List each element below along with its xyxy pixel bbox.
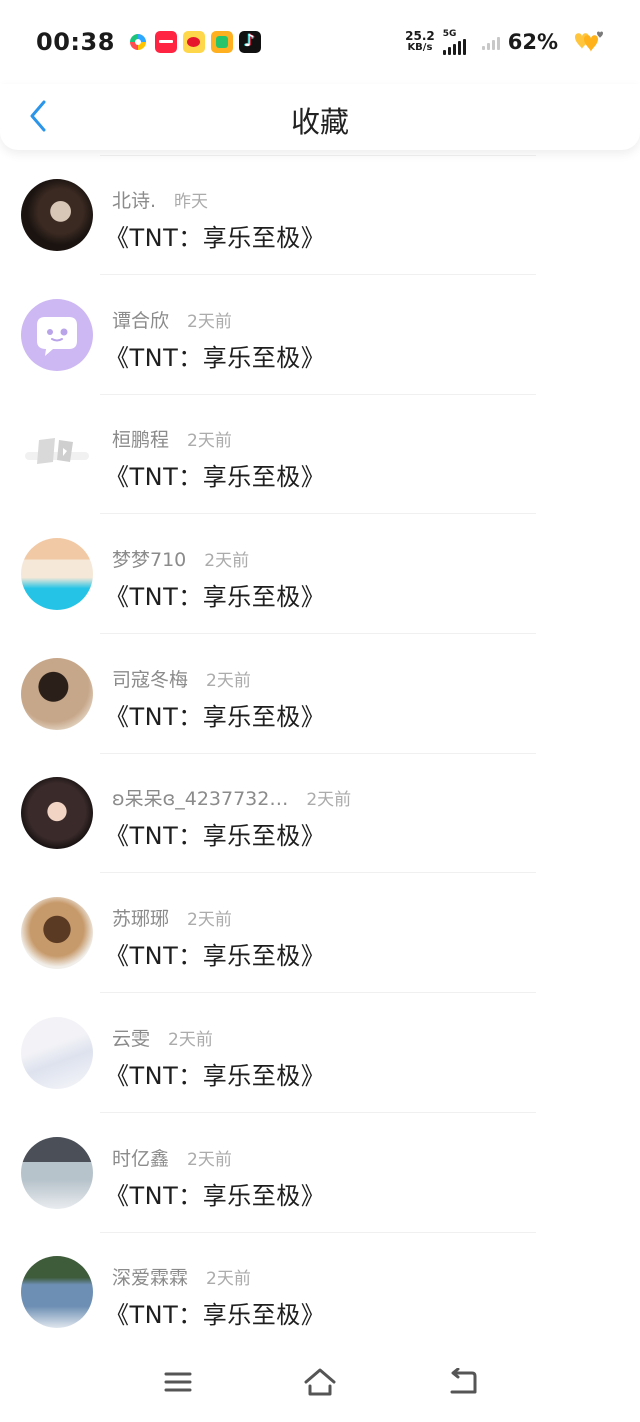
timestamp: 2天前: [168, 1029, 213, 1050]
item-meta: 云雯 2天前: [112, 1024, 213, 1051]
network-speed-unit: KB/s: [407, 42, 433, 53]
avatar-image: [25, 438, 89, 465]
timestamp: 2天前: [206, 1269, 251, 1290]
item-meta: 谭合欣 2天前: [112, 306, 232, 333]
username[interactable]: 桓鹏程: [112, 425, 169, 452]
item-meta: 苏琊琊 2天前: [112, 904, 232, 931]
heart-battery-icon: [566, 28, 606, 56]
list-item[interactable]: 云雯 2天前 《TNT：享乐至极》: [0, 994, 640, 1114]
list-item[interactable]: 深爱霖霖 2天前 《TNT：享乐至极》: [0, 1233, 640, 1353]
username[interactable]: 谭合欣: [112, 306, 169, 333]
item-meta: 时亿鑫 2天前: [112, 1144, 232, 1171]
notification-app-icons: [126, 31, 261, 53]
home-button[interactable]: [300, 1366, 340, 1398]
list-item[interactable]: 苏琊琊 2天前 《TNT：享乐至极》: [0, 874, 640, 994]
timestamp: 2天前: [204, 551, 250, 572]
signal-5g: 5G: [442, 29, 466, 55]
status-right: 25.2 KB/s 5G 62%: [405, 28, 606, 56]
back-nav-button[interactable]: [442, 1366, 482, 1398]
weibo-app-icon: [182, 31, 205, 53]
favorite-title[interactable]: 《TNT：享乐至极》: [105, 697, 325, 732]
timestamp: 2天前: [187, 910, 232, 931]
favorite-title[interactable]: 《TNT：享乐至极》: [105, 1176, 325, 1211]
network-speed: 25.2 KB/s: [405, 29, 435, 53]
item-meta: 深爱霖霖 2天前: [112, 1263, 251, 1290]
status-bar: 00:38 25.2 KB/s 5G 62%: [0, 0, 640, 84]
username[interactable]: ʚ呆呆ɞ_4237732…: [112, 784, 288, 811]
video-app-icon: [210, 31, 233, 53]
list-item[interactable]: 司寇冬梅 2天前 《TNT：享乐至极》: [0, 635, 640, 755]
avatar[interactable]: [21, 1256, 93, 1329]
item-meta: 北诗. 昨天: [112, 186, 208, 213]
favorite-title[interactable]: 《TNT：享乐至极》: [105, 218, 325, 253]
home-icon: [304, 1368, 336, 1396]
username[interactable]: 苏琊琊: [112, 904, 169, 931]
tiktok-app-icon: [238, 31, 261, 53]
list-item[interactable]: 时亿鑫 2天前 《TNT：享乐至极》: [0, 1114, 640, 1234]
page-title: 收藏: [290, 105, 349, 139]
list-item[interactable]: 桓鹏程 2天前 《TNT：享乐至极》: [0, 395, 640, 515]
signal-bars-secondary-icon: [481, 34, 500, 50]
avatar[interactable]: [21, 1136, 93, 1209]
favorite-title[interactable]: 《TNT：享乐至极》: [105, 936, 325, 971]
favorite-title[interactable]: 《TNT：享乐至极》: [105, 1056, 325, 1091]
avatar[interactable]: [21, 657, 93, 730]
favorite-title[interactable]: 《TNT：享乐至极》: [105, 338, 325, 373]
avatar[interactable]: [21, 1016, 93, 1089]
timestamp: 2天前: [187, 431, 232, 452]
username[interactable]: 梦梦710: [112, 545, 186, 572]
avatar[interactable]: [21, 897, 93, 970]
list-item[interactable]: ʚ呆呆ɞ_4237732… 2天前 《TNT：享乐至极》: [0, 754, 640, 874]
avatar[interactable]: [21, 179, 93, 251]
avatar[interactable]: [21, 298, 93, 371]
username[interactable]: 云雯: [112, 1024, 150, 1051]
timestamp: 2天前: [187, 311, 232, 332]
timestamp: 2天前: [206, 670, 251, 691]
username[interactable]: 司寇冬梅: [112, 665, 188, 692]
username[interactable]: 北诗.: [112, 186, 156, 213]
item-meta: ʚ呆呆ɞ_4237732… 2天前: [112, 784, 351, 811]
back-icon: [450, 1368, 477, 1394]
favorites-list: 北诗. 昨天 《TNT：享乐至极》 谭合欣 2天前 《TNT：享乐至极》 桓鹏程…: [0, 156, 640, 1353]
status-time: 00:38: [36, 28, 115, 56]
network-speed-value: 25.2: [405, 29, 435, 43]
avatar[interactable]: [21, 777, 93, 850]
xiaohongshu-app-icon: [154, 31, 177, 53]
sync-app-icon: [126, 31, 149, 53]
header: 收藏: [0, 84, 640, 150]
system-nav-bar: [0, 1352, 640, 1422]
favorite-title[interactable]: 《TNT：享乐至极》: [105, 577, 325, 612]
avatar[interactable]: [21, 418, 93, 490]
avatar[interactable]: [21, 538, 93, 611]
favorite-title[interactable]: 《TNT：享乐至极》: [105, 1295, 325, 1330]
username[interactable]: 深爱霖霖: [112, 1263, 188, 1290]
item-meta: 梦梦710 2天前: [112, 545, 249, 572]
menu-icon: [164, 1372, 192, 1392]
battery-percent: 62%: [507, 30, 558, 54]
list-item[interactable]: 梦梦710 2天前 《TNT：享乐至极》: [0, 515, 640, 635]
favorite-title[interactable]: 《TNT：享乐至极》: [105, 816, 325, 851]
default-avatar-icon: [37, 316, 77, 356]
network-type-label: 5G: [442, 29, 457, 39]
item-meta: 司寇冬梅 2天前: [112, 665, 251, 692]
username[interactable]: 时亿鑫: [112, 1144, 169, 1171]
app-root: 00:38 25.2 KB/s 5G 62%: [0, 0, 640, 1422]
item-meta: 桓鹏程 2天前: [112, 425, 232, 452]
list-item[interactable]: 北诗. 昨天 《TNT：享乐至极》: [0, 156, 640, 276]
list-item[interactable]: 谭合欣 2天前 《TNT：享乐至极》: [0, 276, 640, 396]
signal-bars-icon: [442, 39, 466, 55]
menu-button[interactable]: [158, 1366, 198, 1398]
favorite-title[interactable]: 《TNT：享乐至极》: [105, 457, 325, 492]
timestamp: 2天前: [306, 790, 352, 811]
timestamp: 昨天: [174, 192, 209, 212]
timestamp: 2天前: [187, 1149, 232, 1170]
